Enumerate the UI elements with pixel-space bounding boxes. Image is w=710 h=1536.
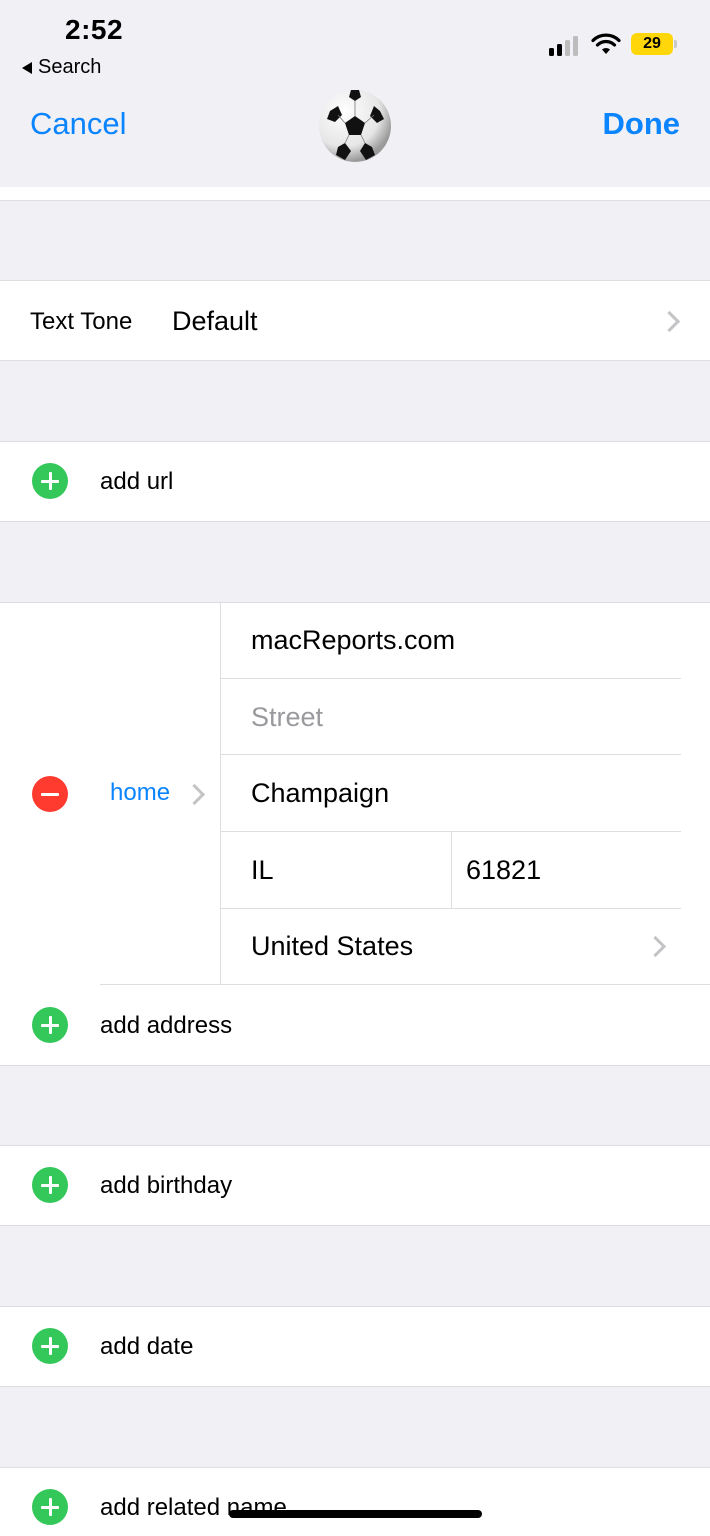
address-type-label[interactable]: home xyxy=(110,779,170,807)
add-icon[interactable] xyxy=(32,1328,68,1364)
divider xyxy=(0,521,710,522)
city-field[interactable]: Champaign xyxy=(251,778,389,809)
divider xyxy=(0,1065,710,1066)
home-indicator[interactable] xyxy=(229,1510,482,1518)
field-divider xyxy=(220,603,221,984)
divider xyxy=(0,1386,710,1387)
add-url-row[interactable]: add url xyxy=(0,442,710,521)
previous-section-tail xyxy=(0,187,710,200)
add-date-label: add date xyxy=(100,1333,194,1360)
divider xyxy=(0,200,710,201)
add-url-label: add url xyxy=(100,468,174,495)
battery-icon: 29 xyxy=(631,33,673,55)
wifi-icon xyxy=(591,33,621,54)
add-related-name-row[interactable]: add related name xyxy=(0,1468,710,1536)
divider xyxy=(0,1225,710,1226)
cellular-signal-icon xyxy=(549,34,578,56)
country-field[interactable]: United States xyxy=(251,931,413,962)
back-to-search-link[interactable]: Search xyxy=(22,56,101,79)
street-field[interactable]: Street xyxy=(251,702,323,733)
add-icon[interactable] xyxy=(32,1007,68,1043)
add-address-label[interactable]: add address xyxy=(100,1012,232,1040)
chevron-right-icon[interactable] xyxy=(183,783,206,806)
divider xyxy=(221,754,681,755)
add-icon[interactable] xyxy=(32,1489,68,1525)
zip-field[interactable]: 61821 xyxy=(466,855,541,886)
divider xyxy=(221,908,681,909)
text-tone-value: Default xyxy=(172,306,258,336)
add-birthday-row[interactable]: add birthday xyxy=(0,1146,710,1225)
field-divider xyxy=(451,831,452,908)
chevron-right-icon xyxy=(658,310,681,333)
divider xyxy=(100,984,710,985)
text-tone-label: Text Tone xyxy=(30,308,133,335)
add-date-row[interactable]: add date xyxy=(0,1307,710,1386)
add-birthday-label: add birthday xyxy=(100,1172,233,1199)
battery-tip xyxy=(674,40,677,48)
soccer-ball-icon[interactable] xyxy=(318,89,392,163)
back-to-search-label: Search xyxy=(38,56,102,78)
status-time: 2:52 xyxy=(65,14,124,45)
done-button[interactable]: Done xyxy=(603,106,681,142)
remove-icon[interactable] xyxy=(32,776,68,812)
state-field[interactable]: IL xyxy=(251,855,274,886)
add-icon[interactable] xyxy=(32,463,68,499)
chevron-right-icon[interactable] xyxy=(644,935,667,958)
address-section: home macReports.com Street Champaign IL … xyxy=(0,603,710,1065)
divider xyxy=(0,360,710,361)
address-line1-field[interactable]: macReports.com xyxy=(251,625,455,656)
add-icon[interactable] xyxy=(32,1167,68,1203)
divider xyxy=(221,678,681,679)
text-tone-row[interactable]: Text Tone Default xyxy=(0,281,710,360)
cancel-button[interactable]: Cancel xyxy=(30,106,127,142)
back-arrow-icon xyxy=(22,61,32,74)
